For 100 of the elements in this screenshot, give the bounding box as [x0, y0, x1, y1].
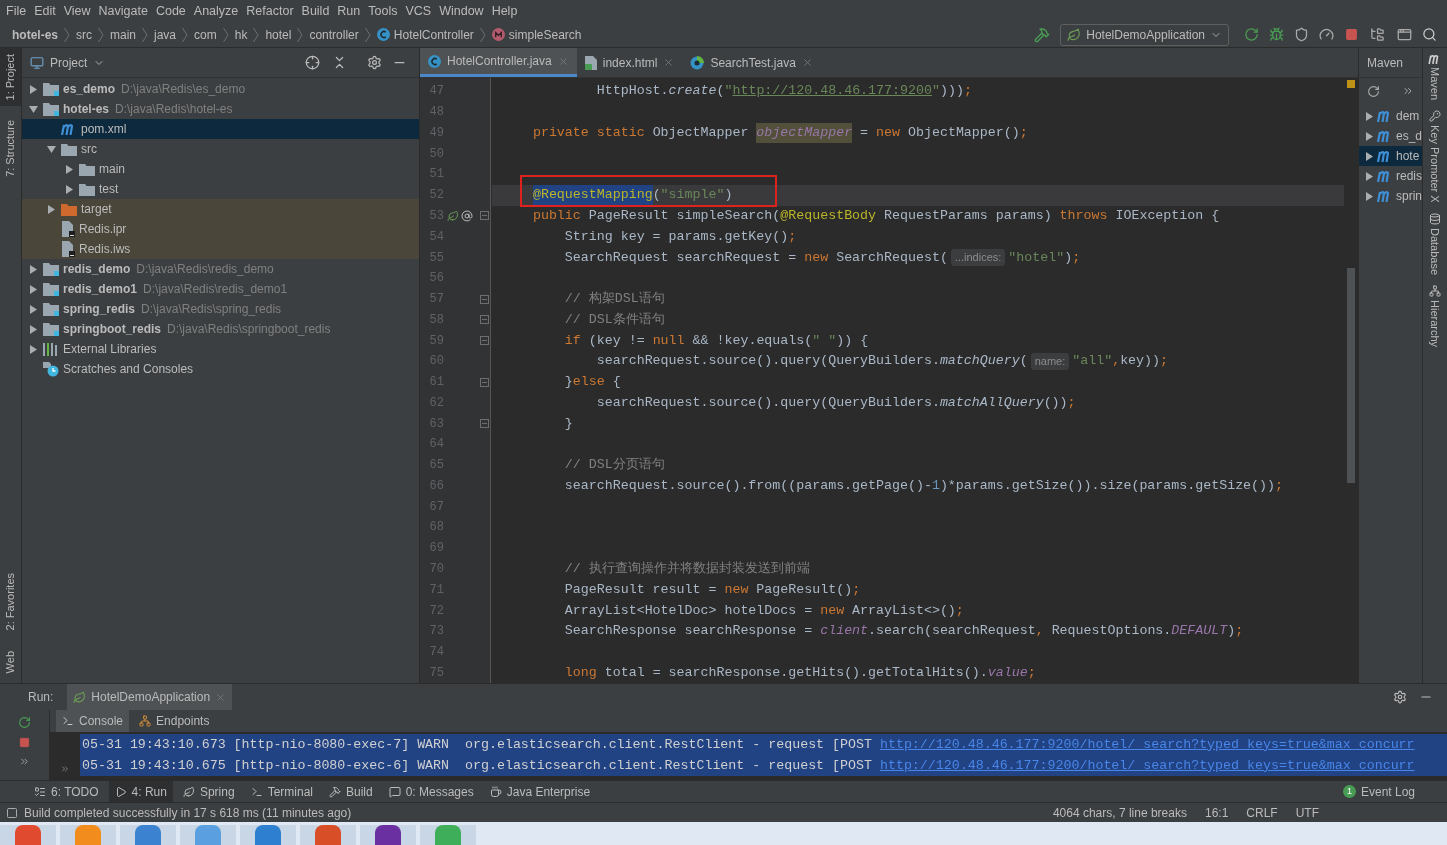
tree-item[interactable]: hotel-es D:\java\Redis\hotel-es: [22, 99, 419, 119]
expand-arrow-icon[interactable]: [64, 164, 74, 174]
project-structure-icon[interactable]: [1370, 27, 1385, 42]
taskbar-app-icon[interactable]: [300, 825, 356, 845]
status-item[interactable]: CRLF: [1240, 803, 1284, 822]
locate-icon[interactable]: [305, 55, 320, 70]
console-tab[interactable]: Console: [56, 710, 130, 732]
fold-marker-icon[interactable]: [479, 211, 489, 221]
more-icon[interactable]: [19, 756, 30, 767]
menu-item[interactable]: Refactor: [242, 1, 298, 21]
maven-project-item[interactable]: sprin: [1359, 186, 1422, 206]
tree-item[interactable]: target: [22, 199, 419, 219]
expand-arrow-icon[interactable]: [28, 304, 38, 314]
menu-item[interactable]: VCS: [401, 1, 436, 21]
tree-item[interactable]: redis_demo1 D:\java\Redis\redis_demo1: [22, 279, 419, 299]
at-sign-icon[interactable]: [461, 209, 473, 222]
fold-marker-icon[interactable]: [479, 315, 489, 325]
status-square-icon[interactable]: [6, 806, 18, 819]
tool-window-tab[interactable]: 2: Favorites: [0, 567, 21, 637]
window-icon[interactable]: [1397, 27, 1412, 42]
scrollbar-thumb[interactable]: [1347, 268, 1355, 483]
tool-window-button[interactable]: Build: [323, 781, 379, 802]
tool-window-button[interactable]: Java Enterprise: [483, 781, 597, 802]
status-item[interactable]: UTF: [1289, 803, 1325, 822]
maven-project-item[interactable]: es_d: [1359, 126, 1422, 146]
status-item[interactable]: 16:1: [1198, 803, 1235, 822]
menu-item[interactable]: Analyze: [189, 1, 243, 21]
tool-window-button[interactable]: 6: TODO: [28, 781, 105, 802]
close-icon[interactable]: [663, 57, 675, 68]
tree-item[interactable]: pom.xml: [22, 119, 419, 139]
run-configuration-dropdown[interactable]: HotelDemoApplication: [1060, 23, 1229, 46]
menu-item[interactable]: Help: [487, 1, 522, 21]
tool-window-button[interactable]: Terminal: [244, 781, 319, 802]
tree-item[interactable]: es_demo D:\java\Redis\es_demo: [22, 79, 419, 99]
tree-item[interactable]: springboot_redis D:\java\Redis\springboot_redis: [22, 319, 419, 339]
menu-item[interactable]: File: [2, 1, 31, 21]
tool-window-tab[interactable]: Web: [0, 644, 21, 679]
tool-window-button[interactable]: 0: Messages: [382, 781, 480, 802]
menu-item[interactable]: Edit: [30, 1, 60, 21]
expand-arrow-icon[interactable]: [46, 204, 56, 214]
close-icon[interactable]: [801, 57, 813, 68]
tool-window-tab[interactable]: Key Promoter X: [1426, 110, 1444, 203]
rerun-icon[interactable]: [18, 716, 31, 729]
tree-item[interactable]: Redis.ipr: [22, 219, 419, 239]
menu-item[interactable]: Tools: [364, 1, 402, 21]
settings-icon[interactable]: [1393, 690, 1407, 704]
tool-window-tab[interactable]: 7: Structure: [0, 114, 21, 184]
run-tab[interactable]: HotelDemoApplication: [67, 684, 233, 710]
breadcrumb[interactable]: simpleSearch: [491, 25, 582, 44]
rerun-icon[interactable]: [1244, 27, 1259, 42]
menu-item[interactable]: Code: [151, 1, 190, 21]
reload-icon[interactable]: [1367, 84, 1380, 98]
tree-item[interactable]: main: [22, 159, 419, 179]
editor-tab[interactable]: HotelController.java: [420, 48, 577, 77]
fold-marker-icon[interactable]: [479, 336, 489, 346]
breadcrumb[interactable]: com: [194, 25, 217, 44]
breadcrumb[interactable]: hotel-es: [12, 25, 58, 44]
coverage-icon[interactable]: [1294, 27, 1309, 42]
expand-arrow-icon[interactable]: [28, 284, 38, 294]
menu-item[interactable]: Navigate: [94, 1, 152, 21]
breadcrumb[interactable]: main: [110, 25, 137, 44]
more-icon[interactable]: [1402, 85, 1414, 97]
menu-item[interactable]: Window: [435, 1, 488, 21]
breadcrumb[interactable]: HotelController: [376, 25, 474, 44]
tree-item[interactable]: test: [22, 179, 419, 199]
taskbar-app-icon[interactable]: [360, 825, 416, 845]
menu-item[interactable]: Build: [297, 1, 334, 21]
taskbar-app-icon[interactable]: [240, 825, 296, 845]
fold-marker-icon[interactable]: [479, 419, 489, 429]
build-icon[interactable]: [1034, 26, 1051, 43]
spring-bean-icon[interactable]: [447, 209, 459, 222]
status-item[interactable]: 4064 chars, 7 line breaks: [1046, 803, 1193, 822]
fold-marker-icon[interactable]: [479, 294, 489, 304]
breadcrumb[interactable]: src: [76, 25, 92, 44]
console-tab[interactable]: Endpoints: [133, 710, 216, 732]
panel-title[interactable]: Project: [30, 53, 106, 72]
menu-item[interactable]: View: [59, 1, 95, 21]
search-icon[interactable]: [1422, 27, 1437, 42]
taskbar-app-icon[interactable]: [120, 825, 176, 845]
tree-item[interactable]: Scratches and Consoles: [22, 359, 419, 379]
tool-window-button[interactable]: Spring: [176, 781, 241, 802]
taskbar-app-icon[interactable]: [0, 825, 56, 845]
expand-arrow-icon[interactable]: [46, 144, 56, 154]
expand-arrow-icon[interactable]: [28, 84, 38, 94]
breadcrumb[interactable]: controller: [309, 25, 359, 44]
tree-item[interactable]: spring_redis D:\java\Redis\spring_redis: [22, 299, 419, 319]
tool-window-button[interactable]: 4: Run: [108, 781, 173, 802]
settings-icon[interactable]: [367, 55, 382, 70]
fold-marker-icon[interactable]: [479, 377, 489, 387]
tree-item[interactable]: redis_demo D:\java\Redis\redis_demo: [22, 259, 419, 279]
breadcrumb[interactable]: hk: [234, 25, 248, 44]
tree-item[interactable]: src: [22, 139, 419, 159]
tool-window-tab[interactable]: Maven: [1426, 54, 1444, 101]
event-log-button[interactable]: 1 Event Log: [1342, 782, 1419, 801]
maven-project-item[interactable]: hote: [1359, 146, 1422, 166]
menu-item[interactable]: Run: [333, 1, 365, 21]
editor-tab[interactable]: SearchTest.java: [682, 48, 821, 77]
expand-arrow-icon[interactable]: [64, 184, 74, 194]
tree-item[interactable]: External Libraries: [22, 339, 419, 359]
maven-project-item[interactable]: dem: [1359, 106, 1422, 126]
